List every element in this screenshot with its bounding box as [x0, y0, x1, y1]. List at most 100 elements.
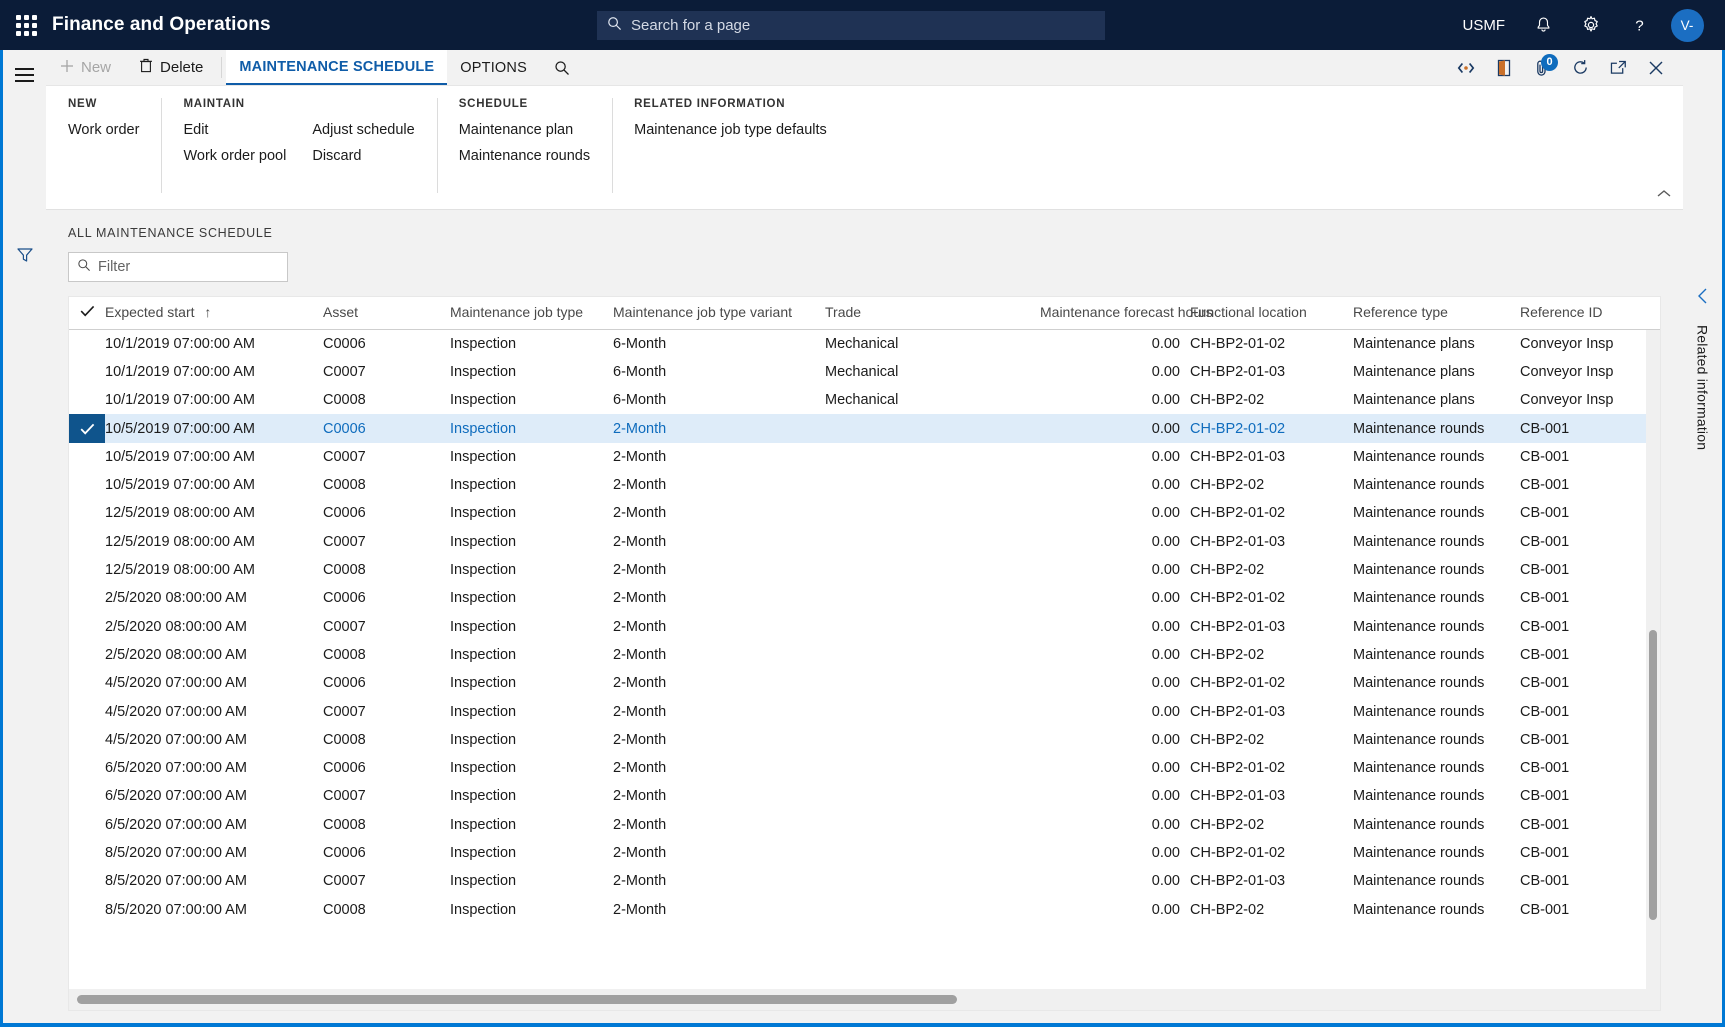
table-row[interactable]: 6/5/2020 07:00:00 AM C0008 Inspection 2-Mon…	[69, 811, 1660, 839]
chevron-left-icon[interactable]	[1696, 288, 1710, 309]
app-launcher-icon[interactable]	[0, 14, 52, 36]
row-checkbox[interactable]	[69, 641, 105, 669]
row-checkbox[interactable]	[69, 471, 105, 499]
table-row[interactable]: 2/5/2020 08:00:00 AM C0008 Inspection 2-Mon…	[69, 641, 1660, 669]
table-row[interactable]: 10/1/2019 07:00:00 AM C0007 Inspection 6-Mo…	[69, 358, 1660, 386]
filter-input[interactable]	[98, 259, 279, 275]
table-row[interactable]: 12/5/2019 08:00:00 AM C0008 Inspection 2-Mo…	[69, 556, 1660, 584]
close-icon[interactable]	[1637, 50, 1675, 86]
ribbon-item-work-order[interactable]: Work order	[68, 122, 139, 138]
ribbon-item-adjust-schedule[interactable]: Adjust schedule	[312, 122, 414, 138]
table-row[interactable]: 10/5/2019 07:00:00 AM C0007 Inspection 2-Mo…	[69, 443, 1660, 471]
related-information-label[interactable]: Related information	[1695, 325, 1711, 450]
ribbon-item-maintenance-rounds[interactable]: Maintenance rounds	[459, 148, 590, 164]
row-checkbox[interactable]	[69, 499, 105, 527]
row-checkbox-control[interactable]	[69, 697, 105, 725]
ribbon-item-edit[interactable]: Edit	[183, 122, 286, 138]
row-checkbox-control[interactable]	[69, 414, 105, 443]
table-row[interactable]: 2/5/2020 08:00:00 AM C0007 Inspection 2-Mon…	[69, 612, 1660, 640]
row-checkbox-control[interactable]	[69, 895, 105, 923]
row-checkbox-control[interactable]	[69, 867, 105, 895]
row-checkbox-control[interactable]	[69, 358, 105, 386]
row-checkbox[interactable]	[69, 839, 105, 867]
avatar[interactable]: V-	[1663, 0, 1711, 50]
office-app-icon[interactable]	[1485, 50, 1523, 86]
row-checkbox-control[interactable]	[69, 612, 105, 640]
column-header-maintenance-job-type[interactable]: Maintenance job type	[450, 297, 613, 330]
table-row[interactable]: 8/5/2020 07:00:00 AM C0007 Inspection 2-Mon…	[69, 867, 1660, 895]
global-search[interactable]	[597, 11, 1105, 40]
row-checkbox[interactable]	[69, 329, 105, 358]
table-row[interactable]: 8/5/2020 07:00:00 AM C0006 Inspection 2-Mon…	[69, 839, 1660, 867]
table-row[interactable]: 8/5/2020 07:00:00 AM C0008 Inspection 2-Mon…	[69, 895, 1660, 923]
row-checkbox[interactable]	[69, 782, 105, 810]
column-header-reference-id[interactable]: Reference ID	[1520, 297, 1660, 330]
row-checkbox-control[interactable]	[69, 471, 105, 499]
column-header-maintenance-job-type-variant[interactable]: Maintenance job type variant	[613, 297, 825, 330]
table-row[interactable]: 2/5/2020 08:00:00 AM C0006 Inspection 2-Mon…	[69, 584, 1660, 612]
table-row[interactable]: 4/5/2020 07:00:00 AM C0008 Inspection 2-Mon…	[69, 726, 1660, 754]
column-header-functional-location[interactable]: Functional location	[1190, 297, 1353, 330]
row-checkbox-control[interactable]	[69, 782, 105, 810]
refresh-icon[interactable]	[1561, 50, 1599, 86]
new-button[interactable]: New	[46, 50, 125, 85]
row-checkbox-control[interactable]	[69, 811, 105, 839]
column-header-asset[interactable]: Asset	[323, 297, 450, 330]
row-checkbox[interactable]	[69, 754, 105, 782]
row-checkbox-control[interactable]	[69, 669, 105, 697]
table-row[interactable]: 6/5/2020 07:00:00 AM C0007 Inspection 2-Mon…	[69, 782, 1660, 810]
action-pane-search-icon[interactable]	[540, 50, 584, 85]
row-checkbox[interactable]	[69, 811, 105, 839]
delete-button[interactable]: Delete	[125, 50, 217, 85]
row-checkbox[interactable]	[69, 669, 105, 697]
ribbon-item-maintenance-job-type-defaults[interactable]: Maintenance job type defaults	[634, 122, 827, 138]
table-row[interactable]: 10/1/2019 07:00:00 AM C0006 Inspection 6-Mo…	[69, 329, 1660, 358]
table-row[interactable]: 10/5/2019 07:00:00 AM C0008 Inspection 2-Mo…	[69, 471, 1660, 499]
row-checkbox[interactable]	[69, 443, 105, 471]
table-row[interactable]: 12/5/2019 08:00:00 AM C0006 Inspection 2-Mo…	[69, 499, 1660, 527]
row-checkbox[interactable]	[69, 556, 105, 584]
row-checkbox[interactable]	[69, 895, 105, 923]
row-checkbox-control[interactable]	[69, 839, 105, 867]
column-header-trade[interactable]: Trade	[825, 297, 1040, 330]
gear-icon[interactable]	[1567, 0, 1615, 50]
table-row[interactable]: 4/5/2020 07:00:00 AM C0007 Inspection 2-Mon…	[69, 697, 1660, 725]
row-checkbox[interactable]	[69, 386, 105, 414]
table-row[interactable]: 12/5/2019 08:00:00 AM C0007 Inspection 2-Mo…	[69, 528, 1660, 556]
row-checkbox-control[interactable]	[69, 386, 105, 414]
row-checkbox[interactable]	[69, 697, 105, 725]
row-checkbox[interactable]	[69, 726, 105, 754]
row-checkbox-control[interactable]	[69, 754, 105, 782]
select-all-checkbox[interactable]	[69, 297, 105, 330]
tab-options[interactable]: OPTIONS	[447, 50, 540, 85]
chevron-up-icon[interactable]	[1657, 185, 1671, 203]
horizontal-scrollbar-thumb[interactable]	[77, 995, 957, 1004]
row-checkbox-control[interactable]	[69, 330, 105, 358]
row-checkbox-control[interactable]	[69, 499, 105, 527]
row-checkbox-control[interactable]	[69, 443, 105, 471]
row-checkbox-control[interactable]	[69, 556, 105, 584]
table-row[interactable]: 4/5/2020 07:00:00 AM C0006 Inspection 2-Mon…	[69, 669, 1660, 697]
question-mark-icon[interactable]: ?	[1615, 0, 1663, 50]
vertical-scrollbar-thumb[interactable]	[1649, 630, 1657, 920]
table-row[interactable]: 10/1/2019 07:00:00 AM C0008 Inspection 6-Mo…	[69, 386, 1660, 414]
row-checkbox-control[interactable]	[69, 528, 105, 556]
global-search-input[interactable]	[631, 17, 1095, 34]
funnel-filter-icon[interactable]	[16, 246, 34, 269]
company-selector[interactable]: USMF	[1449, 0, 1520, 50]
row-checkbox[interactable]	[69, 528, 105, 556]
row-checkbox[interactable]	[69, 612, 105, 640]
bell-icon[interactable]	[1519, 0, 1567, 50]
ribbon-item-maintenance-plan[interactable]: Maintenance plan	[459, 122, 590, 138]
row-checkbox[interactable]	[69, 867, 105, 895]
horizontal-scrollbar[interactable]	[68, 989, 1661, 1011]
tab-maintenance-schedule[interactable]: MAINTENANCE SCHEDULE	[226, 50, 448, 85]
hamburger-menu-icon[interactable]	[15, 64, 34, 86]
developer-tools-icon[interactable]	[1447, 50, 1485, 86]
column-header-maintenance-forecast-hours[interactable]: Maintenance forecast hours	[1040, 297, 1213, 330]
open-in-new-window-icon[interactable]	[1599, 50, 1637, 86]
table-row[interactable]: 6/5/2020 07:00:00 AM C0006 Inspection 2-Mon…	[69, 754, 1660, 782]
row-checkbox[interactable]	[69, 414, 105, 443]
row-checkbox-control[interactable]	[69, 726, 105, 754]
filter-box[interactable]	[68, 252, 288, 282]
